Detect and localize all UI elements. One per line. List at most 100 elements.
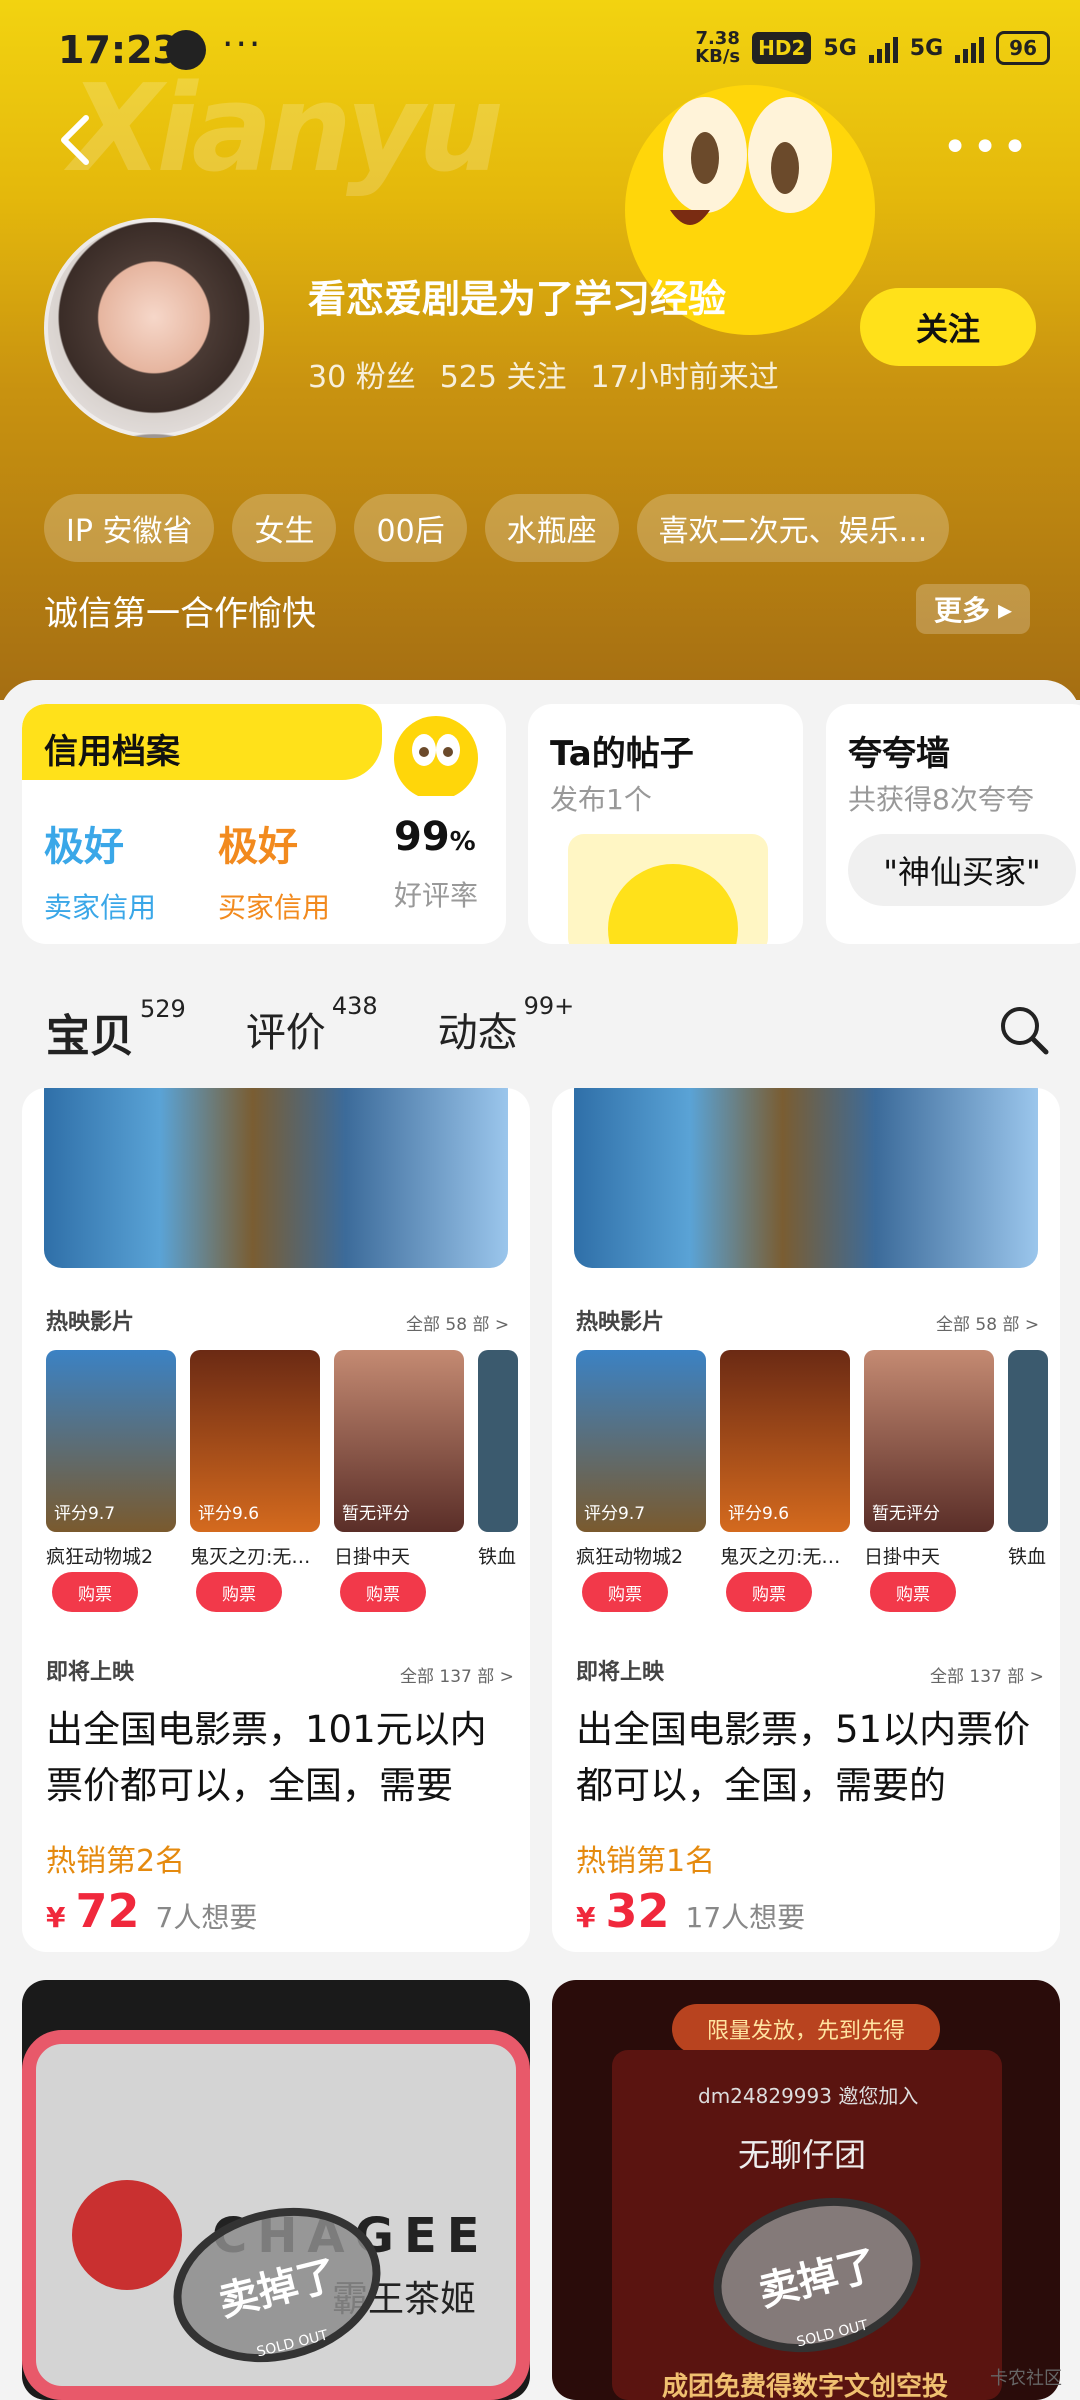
sold-product-card[interactable]: 限量发放，先到先得 dm24829993 邀您加入 无聊仔团 卖掉了 SOLD … [552, 1980, 1060, 2400]
status-more-icon: ··· [222, 24, 263, 65]
content-tabs: 宝贝529 评价438 动态99+ [46, 992, 575, 1064]
praise-tag: "神仙买家" [848, 834, 1076, 906]
price-row: ¥ 32 17人想要 [576, 1884, 805, 1938]
praise-wall-card[interactable]: 夸夸墙 共获得8次夸夸 "神仙买家" [826, 704, 1080, 944]
movie-name: 日掛中天 [334, 1546, 411, 1568]
price-row: ¥ 72 7人想要 [46, 1884, 257, 1938]
product-price: 72 [75, 1884, 140, 1938]
upcoming-link: 全部 137 部 > [930, 1667, 1044, 1687]
more-button-label: 更多 [934, 594, 991, 627]
mascot-icon [394, 716, 478, 796]
more-button[interactable]: 更多 ▸ [916, 584, 1031, 634]
tag-generation: 00后 [354, 494, 467, 562]
promo-footer: 成团免费得数字文创空投 [662, 2372, 949, 2400]
product-card[interactable]: 热映影片 全部 58 部 > 评分9.7 评分9.6 暂无评分 疯狂动物城2 鬼… [552, 1088, 1060, 1952]
following-count[interactable]: 525 关注 [440, 352, 567, 396]
credit-profile-card[interactable]: 信用档案 极好 卖家信用 极好 买家信用 99% 好评率 [22, 704, 506, 944]
now-showing-link: 全部 58 部 > [406, 1315, 510, 1335]
tab-activity[interactable]: 动态99+ [437, 992, 575, 1058]
buy-ticket-badge: 购票 [52, 1572, 138, 1612]
avatar[interactable] [44, 218, 264, 438]
sold-out-stamp-text: 卖掉了 [754, 2242, 882, 2316]
upcoming-link: 全部 137 部 > [400, 1667, 514, 1687]
tag-zodiac: 水瓶座 [484, 494, 619, 562]
tab-items[interactable]: 宝贝529 [46, 995, 186, 1064]
seller-credit-label: 卖家信用 [44, 891, 157, 924]
movie-score: 评分9.7 [584, 1504, 646, 1524]
buy-ticket-badge: 购票 [340, 1572, 426, 1612]
tab-reviews[interactable]: 评价438 [246, 992, 378, 1058]
movie-banner-image [574, 1088, 1038, 1268]
buyer-credit-value: 极好 [218, 824, 298, 870]
buy-ticket-buttons: 购票 购票 购票 [52, 1572, 426, 1612]
movie-score: 暂无评分 [342, 1504, 410, 1524]
tab-activity-label: 动态 [437, 1010, 518, 1056]
signal-icon [868, 33, 898, 63]
rating-value: 99 [394, 814, 450, 860]
signal-icon [955, 33, 985, 63]
wants-count: 7人想要 [155, 1901, 258, 1934]
movie-poster: 评分9.6 [720, 1350, 850, 1532]
tab-items-count: 529 [140, 995, 186, 1024]
battery-icon: 96 [996, 31, 1050, 65]
posts-card[interactable]: Ta的帖子 发布1个 [528, 704, 803, 944]
posts-subtitle: 发布1个 [550, 783, 652, 816]
tag-interests[interactable]: 喜欢二次元、娱乐... [636, 494, 950, 562]
play-arrow-icon: ▸ [998, 592, 1013, 626]
product-title: 出全国电影票，51以内票价都可以，全国，需要的 [576, 1708, 1031, 1807]
profile-bio: 诚信第一合作愉快 [44, 594, 316, 634]
wants-count: 17人想要 [685, 1901, 806, 1934]
sales-rank: 热销第1名 [576, 1844, 716, 1879]
tab-activity-count: 99+ [523, 991, 575, 1020]
buy-ticket-badge: 购票 [870, 1572, 956, 1612]
sold-out-stamp-text: 卖掉了 [214, 2252, 342, 2326]
watermark-text: 卡农社区 [990, 2368, 1062, 2389]
movie-names: 疯狂动物城2 鬼灭之刃:无… 日掛中天 铁血 [46, 1542, 518, 1569]
posts-title: Ta的帖子 [550, 734, 694, 774]
movie-names: 疯狂动物城2 鬼灭之刃:无… 日掛中天 铁血 [576, 1542, 1048, 1569]
buyer-credit-label: 买家信用 [218, 891, 331, 924]
movie-score: 评分9.6 [198, 1504, 260, 1524]
now-showing-heading: 热映影片 [576, 1310, 665, 1335]
group-name: 无聊仔团 [738, 2136, 867, 2174]
praise-subtitle: 共获得8次夸夸 [848, 783, 1034, 816]
more-options-icon[interactable]: ••• [942, 122, 1032, 173]
product-card[interactable]: 热映影片 全部 58 部 > 评分9.7 评分9.6 暂无评分 疯狂动物城2 鬼… [22, 1088, 530, 1952]
movie-poster: 暂无评分 [334, 1350, 464, 1532]
tab-reviews-count: 438 [331, 991, 378, 1020]
rating-unit: % [449, 827, 476, 857]
back-arrow-icon[interactable] [48, 110, 108, 170]
last-seen: 17小时前来过 [590, 360, 779, 395]
status-time: 17:23 [58, 28, 179, 72]
buy-ticket-badge: 购票 [726, 1572, 812, 1612]
buy-ticket-badge: 购票 [196, 1572, 282, 1612]
status-bar: 17:23 ··· 7.38 KB/s HD2 5G 5G 96 [0, 0, 1080, 100]
inviter-text: dm24829993 邀您加入 [698, 2084, 919, 2108]
buy-ticket-badge: 购票 [582, 1572, 668, 1612]
movie-poster [1008, 1350, 1048, 1532]
movie-name: 铁血 [478, 1546, 517, 1568]
seller-credit-value: 极好 [44, 824, 124, 870]
movie-name: 日掛中天 [864, 1546, 941, 1568]
movie-name: 铁血 [1008, 1546, 1047, 1568]
buyer-credit: 极好 买家信用 [218, 814, 330, 926]
movie-score: 暂无评分 [872, 1504, 940, 1524]
movie-score: 评分9.7 [54, 1504, 116, 1524]
sold-product-card[interactable]: CHAGEE 霸王茶姬 卖掉了 SOLD OUT [22, 1980, 530, 2400]
follow-button[interactable]: 关注 [860, 288, 1036, 366]
profile-header-background: Xianyu 17:23 ··· 7.38 KB/s HD2 5G 5G 96 … [0, 0, 1080, 700]
sim2-label: 5G [909, 35, 944, 61]
network-speed: 7.38 KB/s [695, 30, 740, 66]
sim1-label: 5G [823, 35, 857, 61]
search-icon[interactable] [998, 1004, 1050, 1056]
movie-name: 鬼灭之刃:无… [720, 1546, 841, 1568]
username: 看恋爱剧是为了学习经验 [308, 277, 727, 321]
seller-credit: 极好 卖家信用 [44, 814, 156, 926]
movie-posters: 评分9.7 评分9.6 暂无评分 [576, 1350, 1048, 1532]
product-price: 32 [605, 1884, 670, 1938]
fans-count[interactable]: 30 粉丝 [308, 352, 416, 396]
movie-poster: 暂无评分 [864, 1350, 994, 1532]
tab-items-label: 宝贝 [46, 1011, 134, 1062]
movie-poster: 评分9.7 [576, 1350, 706, 1532]
tag-gender: 女生 [232, 494, 337, 562]
